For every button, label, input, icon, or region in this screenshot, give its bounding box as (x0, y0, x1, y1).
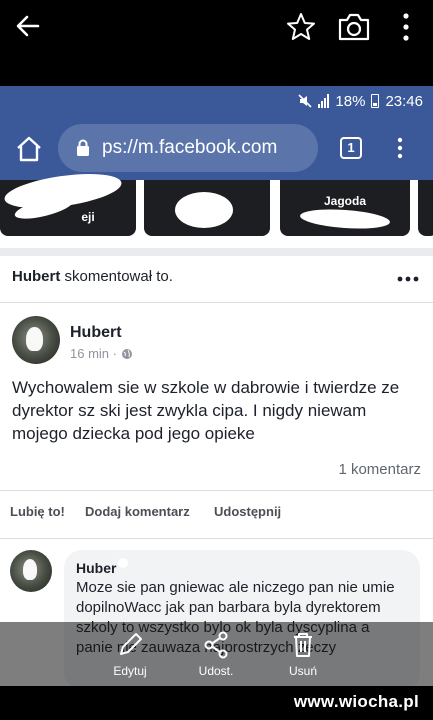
watermark: www.wiocha.pl (293, 692, 419, 711)
add-comment-button[interactable]: Dodaj komentarz (85, 504, 190, 519)
post-author[interactable]: Hubert (70, 324, 122, 342)
comment-count-link[interactable]: 1 komentarz (338, 461, 421, 478)
redaction-mark (118, 558, 128, 568)
stories-strip: eji Jagoda (0, 167, 433, 248)
separator (0, 302, 433, 303)
overflow-menu-icon[interactable] (398, 12, 414, 42)
post-actions: Lubię to! Dodaj komentarz Udostępnij (0, 504, 433, 524)
gallery-toolbar (0, 0, 433, 86)
post-options-icon[interactable] (396, 276, 420, 282)
edit-label: Edytuj (113, 664, 147, 678)
story-label: Jagoda (323, 194, 366, 208)
battery-percent: 18% (335, 92, 366, 110)
image-actions-bar: Edytuj Udost. Usuń (0, 622, 433, 692)
camera-icon[interactable] (337, 12, 371, 42)
signal-icon (318, 94, 330, 108)
browser-menu-icon[interactable] (396, 137, 404, 159)
clock: 23:46 (385, 92, 423, 110)
share-icon (204, 631, 228, 659)
share-image-button[interactable]: Udost. (181, 622, 251, 692)
lock-icon (77, 139, 89, 156)
share-label: Udost. (198, 664, 234, 678)
pencil-icon (120, 633, 142, 655)
battery-icon (371, 94, 380, 108)
avatar[interactable] (12, 316, 60, 364)
address-bar[interactable]: ps://m.facebook.com (58, 124, 318, 172)
post-meta: 16 min · (70, 346, 133, 361)
delete-label: Usuń (288, 664, 317, 678)
separator (0, 538, 433, 539)
back-arrow-icon[interactable] (14, 12, 42, 40)
trash-icon (294, 633, 312, 657)
delete-button[interactable]: Usuń (268, 622, 338, 692)
comment-avatar[interactable] (10, 550, 52, 592)
activity-action: skomentował to. (64, 268, 173, 285)
star-icon[interactable] (285, 11, 317, 43)
section-divider (0, 248, 433, 256)
separator (0, 490, 433, 491)
story-card[interactable] (418, 180, 433, 236)
status-bar: 18% 23:46 (298, 90, 423, 112)
share-button[interactable]: Udostępnij (214, 504, 281, 519)
post-time[interactable]: 16 min · (70, 346, 117, 361)
post-text: Wychowalem sie w szkole w dabrowie i twi… (12, 378, 400, 443)
activity-user-name[interactable]: Hubert (12, 268, 65, 285)
activity-header: Hubert skomentował to. (12, 268, 173, 285)
like-button[interactable]: Lubię to! (10, 504, 65, 519)
tab-switcher-button[interactable]: 1 (340, 137, 362, 159)
mute-icon (298, 94, 312, 108)
globe-icon (121, 348, 132, 359)
edit-button[interactable]: Edytuj (95, 622, 165, 692)
url-text: ps://m.facebook.com (102, 137, 278, 158)
redaction-mark (175, 192, 233, 228)
home-icon[interactable] (14, 134, 44, 164)
